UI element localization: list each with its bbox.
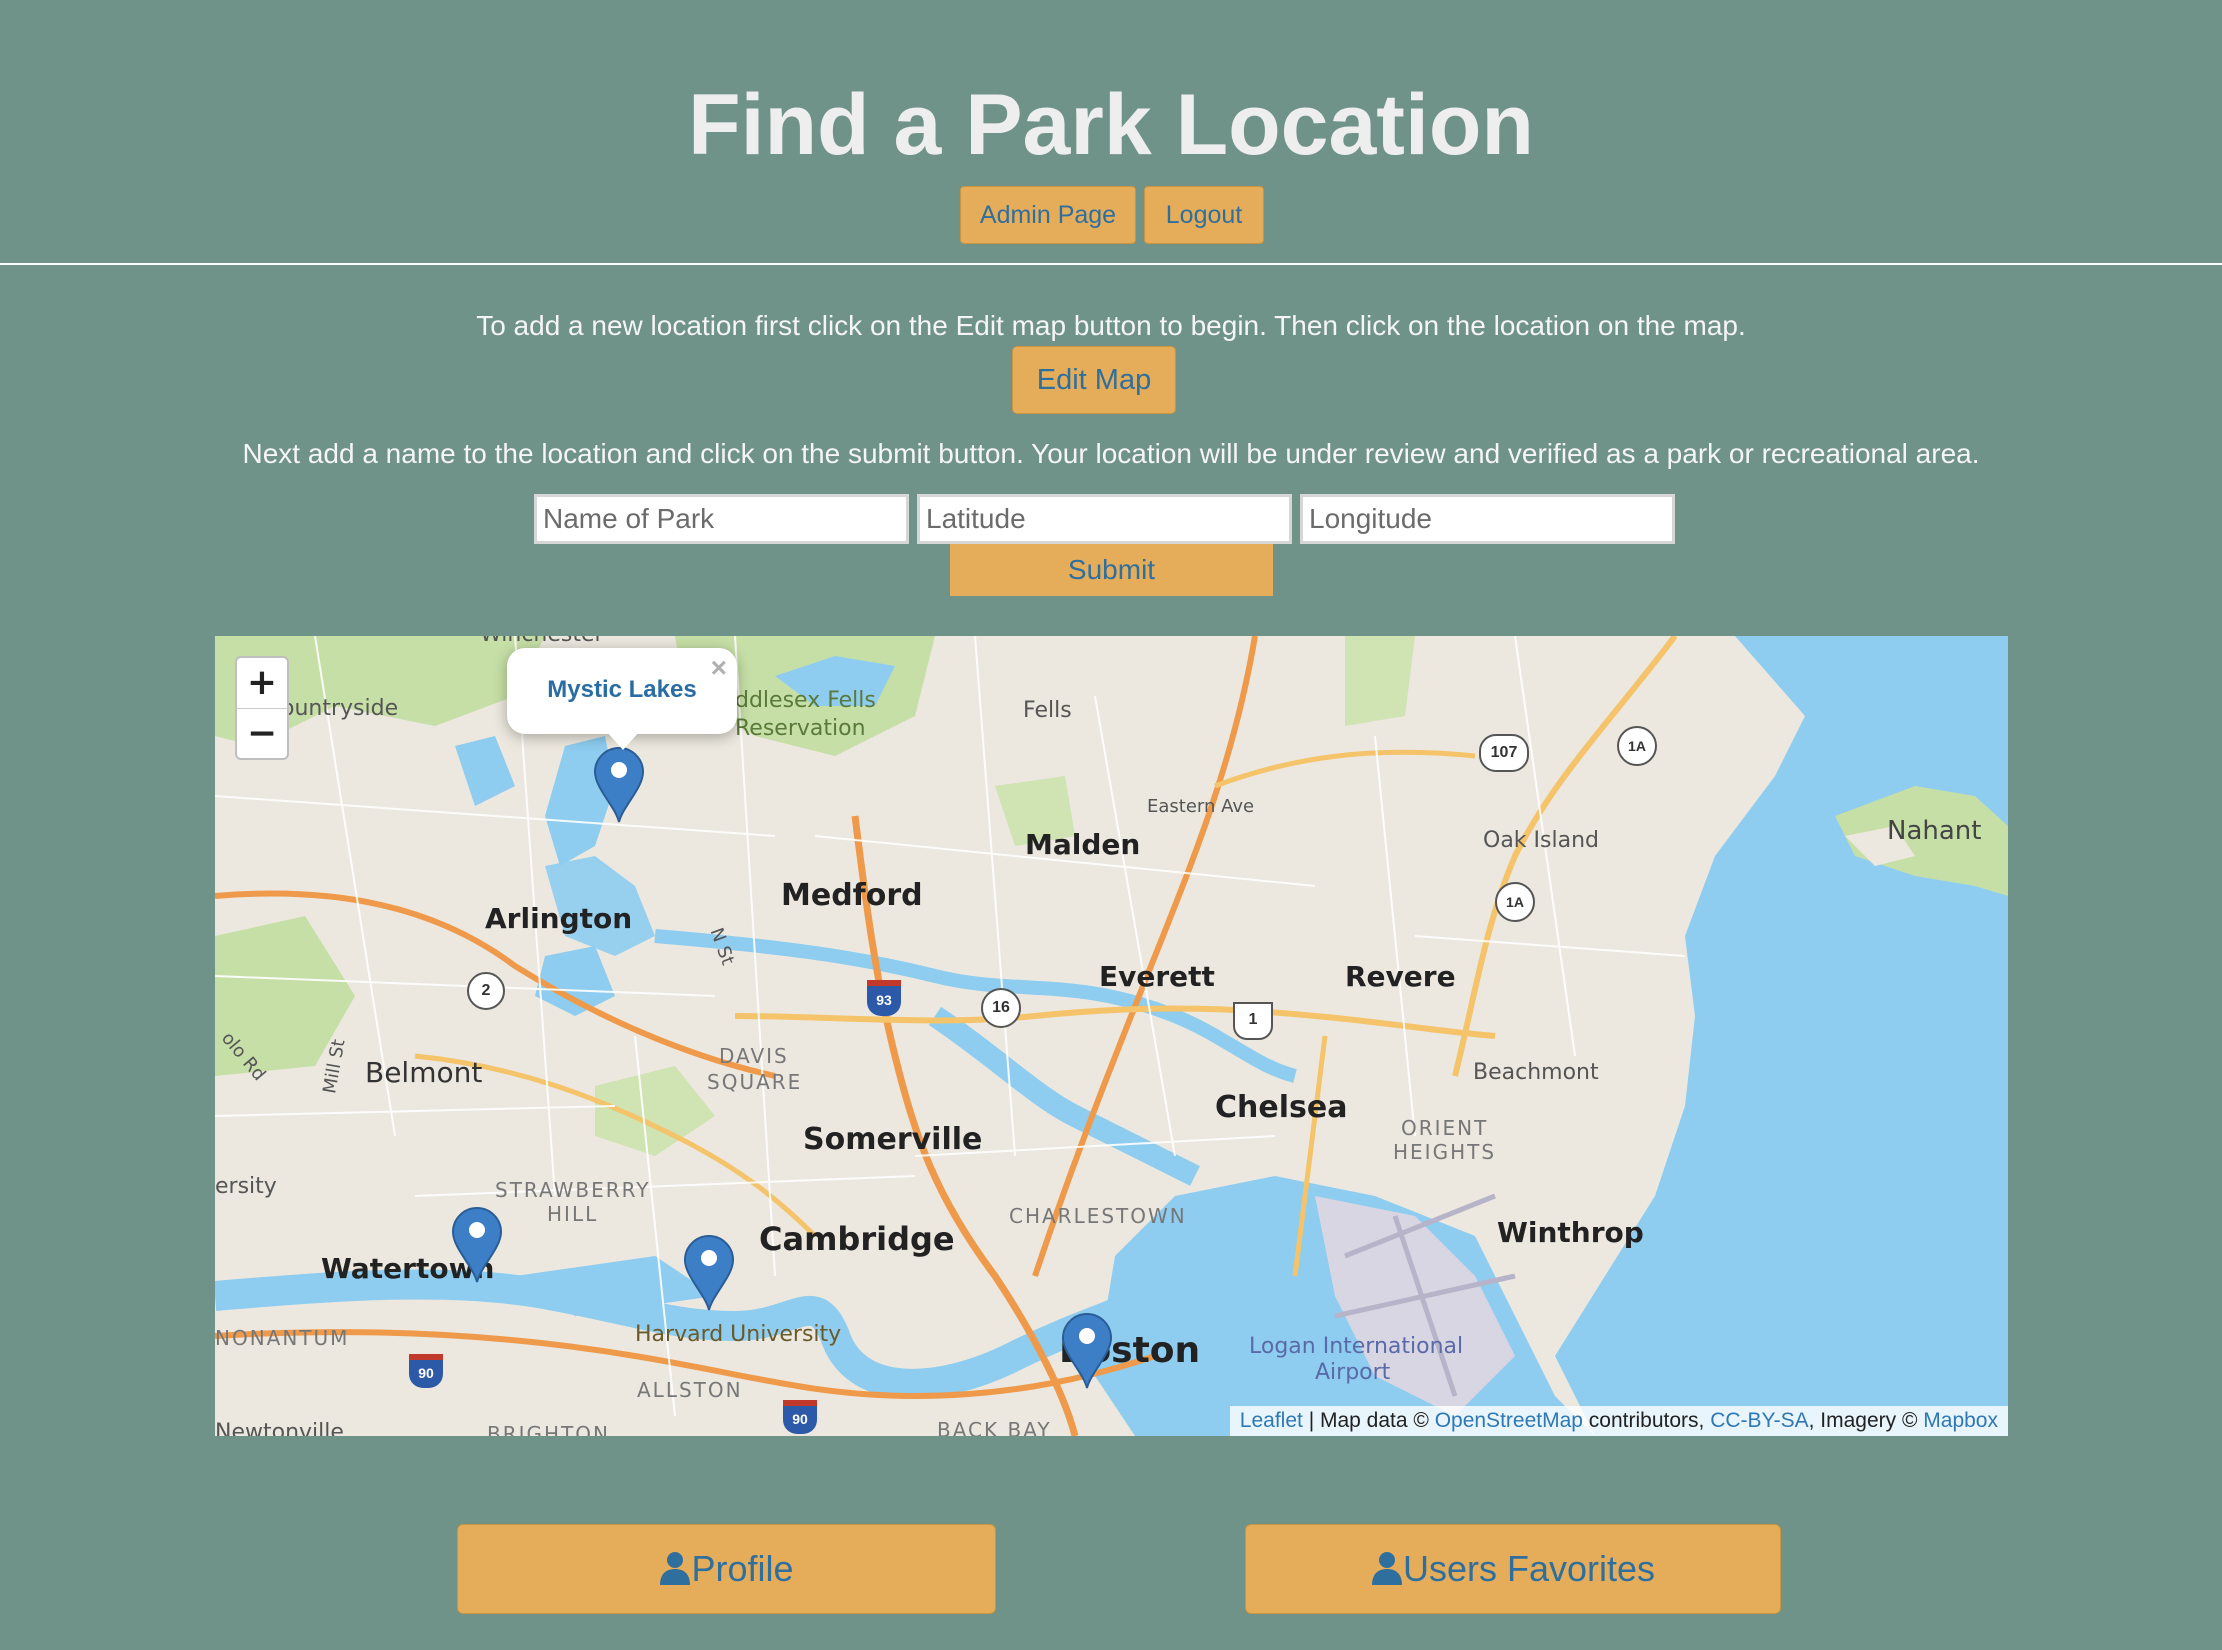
map-label: Winthrop xyxy=(1497,1216,1644,1249)
route-16-shield: 16 xyxy=(981,988,1021,1028)
location-marker[interactable] xyxy=(593,746,645,824)
latitude-input[interactable] xyxy=(917,494,1292,544)
user-icon xyxy=(1371,1529,1403,1617)
map-label: Winchester xyxy=(480,636,604,647)
map-label: Airport xyxy=(1315,1360,1391,1385)
map-label: Fells xyxy=(1023,698,1072,723)
route-1a-shield: 1A xyxy=(1617,726,1657,766)
map-label: STRAWBERRY xyxy=(495,1178,651,1202)
zoom-control: + − xyxy=(235,656,289,760)
map-label: Beachmont xyxy=(1473,1060,1599,1085)
map-label: BACK BAY xyxy=(937,1418,1052,1436)
map-label: DAVIS xyxy=(719,1044,789,1068)
map-label: ersity xyxy=(215,1174,277,1199)
user-icon xyxy=(659,1529,691,1617)
map-attribution: Leaflet | Map data © OpenStreetMap contr… xyxy=(1229,1406,2008,1436)
map-label: Nahant xyxy=(1887,816,1982,846)
location-marker[interactable] xyxy=(1061,1312,1113,1390)
map-label: Logan International xyxy=(1249,1334,1464,1359)
instruction-step2: Next add a name to the location and clic… xyxy=(242,438,1980,469)
map-label: ountryside xyxy=(281,696,399,721)
profile-button[interactable]: Profile xyxy=(457,1524,996,1614)
map-label: Eastern Ave xyxy=(1147,796,1255,817)
popup-close-button[interactable]: × xyxy=(711,652,727,684)
map-label: Chelsea xyxy=(1215,1090,1348,1125)
route-2-shield: 2 xyxy=(467,972,505,1010)
interstate-90-shield: 90 xyxy=(783,1400,817,1434)
map-label: ORIENT xyxy=(1401,1116,1489,1140)
page-title: Find a Park Location xyxy=(688,77,1534,173)
location-marker[interactable] xyxy=(683,1234,735,1312)
interstate-93-shield: 93 xyxy=(867,980,901,1016)
map-label: BRIGHTON xyxy=(487,1422,610,1436)
location-marker[interactable] xyxy=(451,1206,503,1284)
map-label: NONANTUM xyxy=(215,1326,350,1350)
map-label: Oak Island xyxy=(1483,828,1599,853)
map-label: HILL xyxy=(547,1202,599,1226)
leaflet-link[interactable]: Leaflet xyxy=(1240,1409,1303,1432)
map-label: Newtonville xyxy=(215,1420,344,1436)
map-label: HEIGHTS xyxy=(1393,1140,1497,1164)
map-label: Arlington xyxy=(485,902,633,935)
map-label: CHARLESTOWN xyxy=(1009,1204,1187,1228)
map-label: Harvard University xyxy=(635,1322,842,1347)
map-label: Cambridge xyxy=(759,1220,955,1258)
map-label: Revere xyxy=(1345,960,1456,993)
profile-label: Profile xyxy=(691,1548,794,1589)
users-favorites-button[interactable]: Users Favorites xyxy=(1245,1524,1781,1614)
longitude-input[interactable] xyxy=(1300,494,1675,544)
popup-tip xyxy=(607,732,639,750)
submit-button[interactable]: Submit xyxy=(950,544,1273,596)
interstate-90-shield: 90 xyxy=(409,1354,443,1388)
attribution-text: | Map data © xyxy=(1302,1409,1435,1432)
map-label: ddlesex Fells xyxy=(735,688,876,713)
map-label: Malden xyxy=(1025,828,1141,861)
users-favorites-label: Users Favorites xyxy=(1402,1548,1656,1589)
header-divider xyxy=(0,263,2222,265)
popup-title: Mystic Lakes xyxy=(547,676,697,703)
route-1a-shield: 1A xyxy=(1495,882,1535,922)
map-label: Somerville xyxy=(803,1122,983,1157)
route-107-shield: 107 xyxy=(1479,734,1529,772)
map-label: ALLSTON xyxy=(637,1378,743,1402)
park-name-input[interactable] xyxy=(534,494,909,544)
map-label: Belmont xyxy=(365,1056,483,1089)
attribution-text: contributors, xyxy=(1582,1409,1711,1432)
map-view[interactable]: Winchester ountryside ddlesex Fells Rese… xyxy=(215,636,2008,1436)
map-label: Reservation xyxy=(735,716,866,741)
openstreetmap-link[interactable]: OpenStreetMap xyxy=(1435,1409,1583,1432)
zoom-in-button[interactable]: + xyxy=(237,658,287,709)
mapbox-link[interactable]: Mapbox xyxy=(1923,1409,1998,1432)
map-label: Medford xyxy=(781,878,923,913)
attribution-text: , Imagery © xyxy=(1808,1409,1924,1432)
zoom-out-button[interactable]: − xyxy=(237,709,287,759)
edit-map-button[interactable]: Edit Map xyxy=(1012,346,1176,414)
us-1-shield: 1 xyxy=(1233,1002,1273,1040)
cc-by-sa-link[interactable]: CC-BY-SA xyxy=(1710,1409,1808,1432)
admin-page-button[interactable]: Admin Page xyxy=(960,186,1136,244)
marker-popup: Mystic Lakes × xyxy=(507,648,737,750)
logout-button[interactable]: Logout xyxy=(1144,186,1264,244)
map-label: SQUARE xyxy=(707,1070,803,1094)
map-label: Everett xyxy=(1099,960,1215,993)
instruction-step1: To add a new location first click on the… xyxy=(476,310,1746,341)
